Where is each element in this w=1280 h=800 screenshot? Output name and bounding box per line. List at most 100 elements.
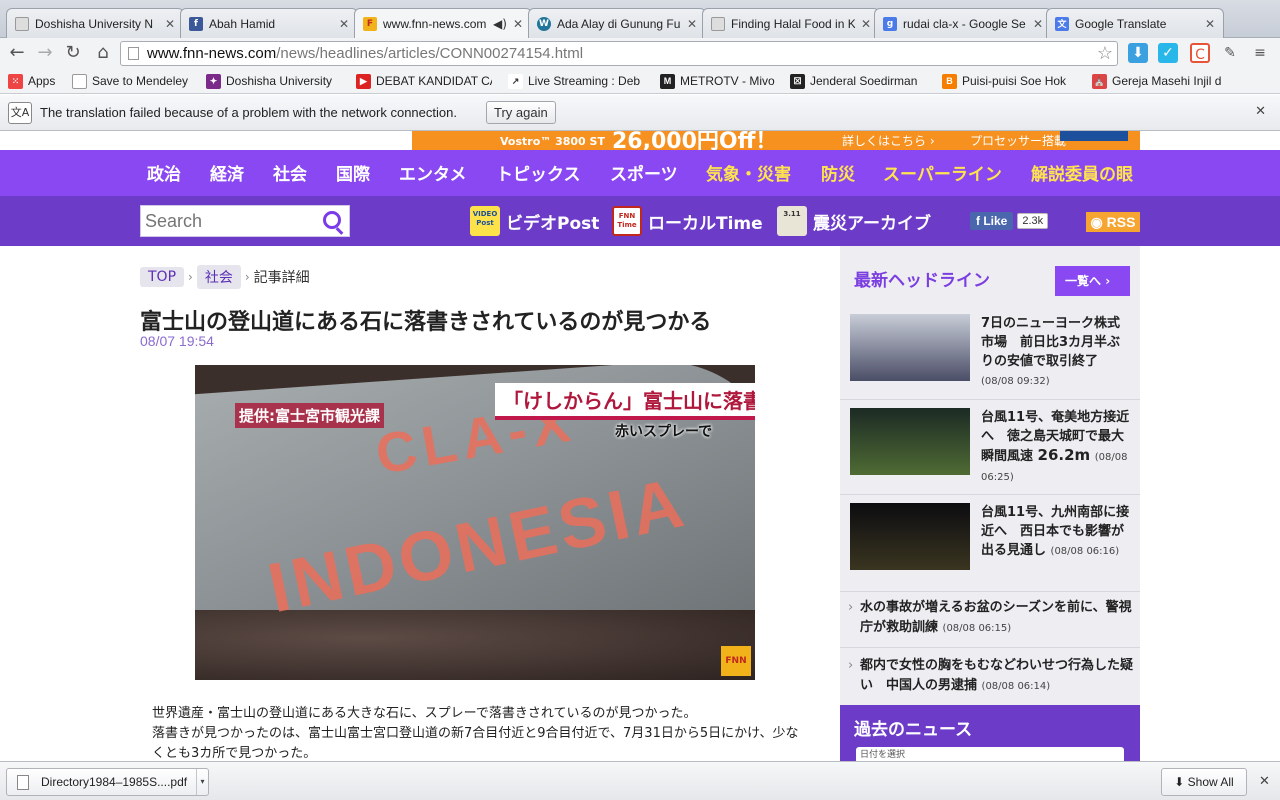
nav-disaster-prevention[interactable]: 防災 bbox=[821, 160, 855, 185]
search-icon[interactable] bbox=[323, 211, 341, 229]
bookmark-metrotv[interactable]: M METROTV - Mivo bbox=[660, 72, 780, 90]
bookmark-label: Gereja Masehi Injil d bbox=[1112, 74, 1222, 88]
close-icon[interactable]: ✕ bbox=[861, 17, 871, 31]
nav-international[interactable]: 国際 bbox=[336, 160, 370, 185]
extension-icon[interactable]: C bbox=[1190, 43, 1210, 63]
subnav-local-time[interactable]: FNN Time ローカルTime bbox=[612, 206, 763, 236]
google-icon: g bbox=[883, 16, 897, 31]
checkmark-extension-icon[interactable]: ✓ bbox=[1158, 43, 1178, 63]
download-arrow-icon[interactable]: ⬇ bbox=[1128, 43, 1148, 63]
tab-google-search[interactable]: g rudai cla-x - Google Se ✕ bbox=[874, 8, 1052, 38]
show-all-downloads-button[interactable]: ⬇ Show All bbox=[1161, 768, 1247, 796]
forward-arrow-icon[interactable]: → bbox=[34, 42, 56, 64]
ad-banner[interactable]: Vostro™ 3800 ST 26,000円Off！ 詳しくはこちら › プロ… bbox=[412, 131, 1140, 150]
menu-icon[interactable]: ≡ bbox=[1250, 43, 1270, 63]
tab-doshisha[interactable]: Doshisha University N ✕ bbox=[6, 8, 184, 38]
headline-time: (08/08 06:14) bbox=[981, 681, 1051, 692]
close-icon[interactable]: ✕ bbox=[1033, 17, 1043, 31]
bookmark-live-streaming[interactable]: ↗ Live Streaming : Deb bbox=[508, 72, 645, 90]
wrench-icon[interactable]: ✎ bbox=[1220, 43, 1240, 63]
text-headline-item[interactable]: › 都内で女性の胸をもむなどわいせつ行為した疑い 中国人の男逮捕 (08/08 … bbox=[848, 656, 1133, 697]
bookmark-gereja[interactable]: ⛪ Gereja Masehi Injil d bbox=[1092, 72, 1232, 90]
facebook-like-button[interactable]: f Like bbox=[970, 212, 1014, 230]
apps-grid-icon: ⁙ bbox=[8, 73, 23, 89]
show-all-label: Show All bbox=[1187, 775, 1234, 789]
back-arrow-icon[interactable]: ← bbox=[6, 42, 28, 64]
reload-icon[interactable]: ↻ bbox=[62, 42, 84, 64]
article-title: 富士山の登山道にある石に落書きされているのが見つかる bbox=[140, 310, 712, 335]
download-filename: Directory1984–1985S....pdf bbox=[41, 775, 188, 789]
breadcrumb-society[interactable]: 社会 bbox=[196, 265, 241, 289]
bookmark-doshisha[interactable]: ✦ Doshisha University bbox=[206, 72, 340, 90]
nav-topics[interactable]: トピックス bbox=[496, 160, 581, 185]
bookmark-label: Jenderal Soedirman bbox=[810, 74, 918, 88]
bookmark-label: Apps bbox=[28, 74, 56, 88]
tab-halal[interactable]: Finding Halal Food in K ✕ bbox=[702, 8, 880, 38]
local-time-icon: FNN Time bbox=[612, 206, 642, 236]
close-icon[interactable]: ✕ bbox=[513, 17, 523, 31]
home-icon[interactable]: ⌂ bbox=[92, 42, 114, 64]
nav-society[interactable]: 社会 bbox=[273, 160, 307, 185]
mivo-icon: M bbox=[660, 73, 675, 89]
close-icon[interactable]: ✕ bbox=[1259, 774, 1270, 789]
browser-toolbar: ← → ↻ ⌂ www.fnn-news.com/news/headlines/… bbox=[0, 38, 1280, 68]
bookmark-soedirman[interactable]: ☒ Jenderal Soedirman bbox=[790, 72, 922, 90]
ad-price: 26,000円Off！ bbox=[612, 131, 778, 150]
bookmark-label: Save to Mendeley bbox=[92, 74, 189, 88]
headline-time: (08/08 09:32) bbox=[981, 376, 1050, 387]
breadcrumb-top[interactable]: TOP bbox=[140, 267, 185, 287]
article-paragraph: 落書きが見つかったのは、富士山富士宮口登山道の新7合目付近と9合目付近で、7月3… bbox=[152, 726, 799, 761]
bookmark-star-icon[interactable]: ☆ bbox=[1097, 42, 1113, 65]
nav-superline[interactable]: スーパーライン bbox=[883, 160, 1002, 185]
rss-button[interactable]: ◉ RSS bbox=[1086, 212, 1140, 232]
chevron-right-icon: › bbox=[848, 600, 854, 615]
try-again-button[interactable]: Try again bbox=[486, 101, 556, 124]
nav-weather-disaster[interactable]: 気象・災害 bbox=[706, 160, 791, 185]
chevron-down-icon[interactable]: ▾ bbox=[196, 769, 208, 795]
tab-fnn[interactable]: F www.fnn-news.com ◀) ✕ bbox=[354, 8, 532, 39]
facebook-like[interactable]: f Like 2.3k bbox=[970, 210, 1049, 232]
more-button[interactable]: 一覧へ › bbox=[1055, 266, 1130, 296]
wordpress-icon: W bbox=[537, 16, 551, 31]
close-icon[interactable]: ✕ bbox=[687, 17, 697, 31]
headline-thumbnail bbox=[850, 314, 970, 381]
close-icon[interactable]: ✕ bbox=[1205, 17, 1215, 31]
download-item[interactable]: Directory1984–1985S....pdf ▾ bbox=[6, 768, 209, 796]
divider bbox=[840, 591, 1140, 592]
blogger-icon: B bbox=[942, 73, 957, 89]
article-photo[interactable]: CLA-X INDONESIA 提供:富士宮市観光課 「けしからん」富士山に落書… bbox=[195, 365, 755, 680]
tab-wordpress[interactable]: W Ada Alay di Gunung Fu ✕ bbox=[528, 8, 706, 38]
close-icon[interactable]: ✕ bbox=[165, 17, 175, 31]
bookmark-mendeley[interactable]: Save to Mendeley bbox=[72, 72, 200, 90]
rss-icon: ◉ bbox=[1090, 214, 1107, 230]
nav-commentary[interactable]: 解説委員の眼 bbox=[1031, 160, 1133, 185]
address-bar[interactable]: www.fnn-news.com/news/headlines/articles… bbox=[120, 41, 1118, 66]
chevron-right-icon: › bbox=[848, 658, 854, 673]
nav-entertainment[interactable]: エンタメ bbox=[399, 160, 467, 185]
tab-facebook[interactable]: f Abah Hamid ✕ bbox=[180, 8, 358, 38]
search-input[interactable] bbox=[145, 209, 315, 233]
archive-311-icon: 3.11 bbox=[777, 206, 807, 236]
text-headline-item[interactable]: › 水の事故が増えるお盆のシーズンを前に、警視庁が救助訓練 (08/08 06:… bbox=[848, 598, 1133, 639]
url-path: /news/headlines/articles/CONN00274154.ht… bbox=[276, 45, 584, 62]
soedirman-icon: ☒ bbox=[790, 73, 805, 89]
close-icon[interactable]: ✕ bbox=[339, 17, 349, 31]
subnav-disaster-archive[interactable]: 3.11 震災アーカイブ bbox=[777, 206, 931, 236]
page-icon bbox=[128, 47, 139, 60]
tab-google-translate[interactable]: 文 Google Translate ✕ bbox=[1046, 8, 1224, 38]
nav-politics[interactable]: 政治 bbox=[147, 160, 181, 185]
sub-nav: VIDEOPost ビデオPost FNNTime ローカルTime 3.11 … bbox=[0, 196, 1280, 246]
subnav-video-post[interactable]: VIDEO Post ビデオPost bbox=[470, 206, 599, 236]
bookmark-puisi[interactable]: B Puisi-puisi Soe Hok bbox=[942, 72, 1074, 90]
headline-thumbnail bbox=[850, 408, 970, 475]
article-paragraph: 世界遺産・富士山の登山道にある大きな石に、スプレーで落書きされているのが見つかっ… bbox=[152, 706, 697, 721]
bookmark-apps[interactable]: ⁙ Apps bbox=[8, 72, 78, 90]
ad-cpu: プロセッサー搭載 bbox=[970, 134, 1067, 148]
nav-economy[interactable]: 経済 bbox=[210, 160, 244, 185]
page-icon bbox=[72, 73, 87, 89]
close-icon[interactable]: ✕ bbox=[1255, 104, 1266, 119]
fnn-icon: F bbox=[363, 17, 377, 31]
bookmark-debat[interactable]: ▶ DEBAT KANDIDAT CA bbox=[356, 72, 492, 90]
nav-sports[interactable]: スポーツ bbox=[610, 160, 678, 185]
date-select[interactable]: 日付を選択 bbox=[856, 747, 1124, 761]
